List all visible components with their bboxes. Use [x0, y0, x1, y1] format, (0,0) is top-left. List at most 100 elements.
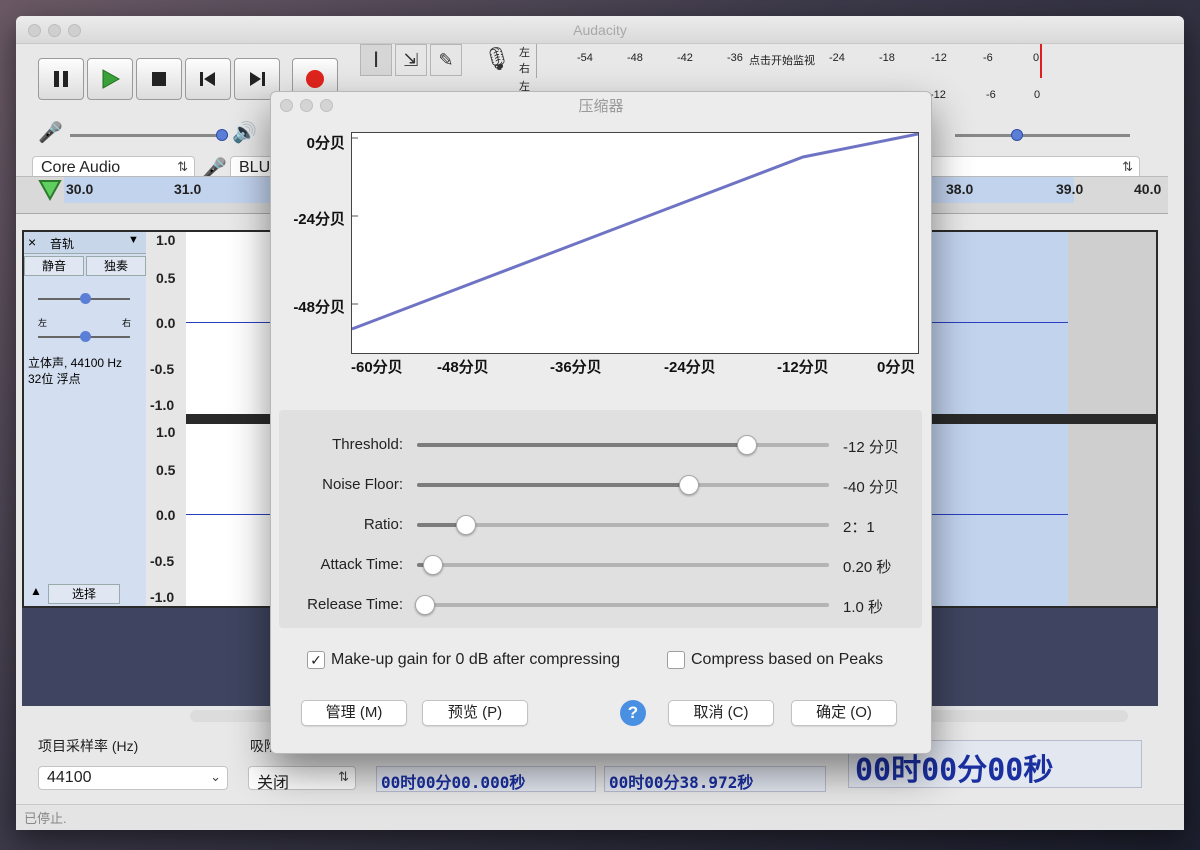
draw-tool-button[interactable]: ✎	[430, 44, 462, 76]
playback-speed-slider[interactable]	[955, 129, 1130, 141]
playback-meter[interactable]: -12 -6 0	[930, 84, 1046, 108]
meter-tick: -18	[879, 52, 895, 64]
noise-floor-slider[interactable]	[417, 475, 829, 495]
waveform-right-channel-selected[interactable]	[932, 424, 1068, 606]
play-head-icon[interactable]	[36, 177, 64, 205]
slider-fill	[417, 483, 689, 487]
scale-label: -0.5	[150, 361, 175, 377]
scale-label: -1.0	[150, 589, 175, 605]
skip-start-icon	[200, 72, 215, 86]
waveform-line	[186, 322, 270, 323]
attack-time-slider[interactable]	[417, 555, 829, 575]
skip-to-start-button[interactable]	[185, 58, 231, 100]
preview-button[interactable]: 预览 (P)	[422, 700, 528, 726]
ruler-label: 40.0	[1134, 181, 1162, 197]
threshold-slider-thumb[interactable]	[736, 435, 757, 455]
threshold-value: -12 分贝	[843, 439, 899, 456]
envelope-tool-button[interactable]: ⇲	[395, 44, 427, 76]
graph-x-label: 0分贝	[877, 359, 916, 376]
compress-peaks-checkbox[interactable]	[667, 651, 685, 669]
selection-start-time[interactable]: 00时00分00.000秒	[376, 766, 596, 792]
graph-y-label: -48分贝	[293, 299, 345, 316]
ruler-label: 39.0	[1056, 181, 1084, 197]
project-rate-select[interactable]: 44100 ⌄	[38, 766, 228, 790]
recording-volume-slider[interactable]	[70, 129, 228, 141]
stop-button[interactable]	[136, 58, 182, 100]
attack-time-value: 0.20 秒	[843, 559, 892, 576]
pause-icon	[54, 71, 68, 87]
selection-tool-button[interactable]: I	[360, 44, 392, 76]
threshold-slider[interactable]	[417, 435, 829, 455]
window-title: Audacity	[573, 22, 627, 38]
meter-tick: -12	[931, 52, 947, 64]
audio-host-value: Core Audio	[41, 159, 121, 176]
waveform-left-channel-selected[interactable]	[932, 232, 1068, 414]
makeup-gain-checkbox[interactable]: ✓	[307, 651, 325, 669]
select-track-button[interactable]: 选择	[48, 584, 120, 604]
speaker-volume-icon: 🔊	[232, 122, 257, 144]
scale-label: 0.0	[156, 315, 176, 331]
pan-slider[interactable]	[38, 331, 130, 342]
gain-slider[interactable]	[38, 293, 130, 304]
noise-floor-label: Noise Floor:	[322, 476, 403, 493]
slider-thumb[interactable]	[80, 293, 91, 304]
slider-thumb[interactable]	[216, 129, 228, 141]
i-beam-icon: I	[372, 47, 380, 72]
meter-tick: 0	[1033, 52, 1040, 64]
help-icon[interactable]: ?	[620, 700, 646, 726]
collapse-track-icon[interactable]: ▲	[26, 584, 46, 604]
play-button[interactable]	[87, 58, 133, 100]
track-header: × 音轨 ▼	[24, 232, 146, 254]
graph-x-label: -12分贝	[777, 359, 829, 376]
slider-thumb[interactable]	[80, 331, 91, 342]
threshold-label: Threshold:	[332, 436, 403, 453]
play-icon	[102, 69, 120, 89]
meter-tick: -6	[983, 52, 993, 64]
compression-curve-graph	[351, 132, 919, 354]
ok-button[interactable]: 确定 (O)	[791, 700, 897, 726]
meter-tick: -42	[677, 52, 693, 64]
updown-arrow-icon: ⇅	[177, 159, 188, 174]
title-bar: Audacity	[16, 16, 1184, 44]
noise-floor-value: -40 分贝	[843, 479, 899, 496]
cancel-button[interactable]: 取消 (C)	[668, 700, 774, 726]
pause-button[interactable]	[38, 58, 84, 100]
ratio-slider[interactable]	[417, 515, 829, 535]
release-time-slider[interactable]	[415, 595, 829, 615]
snap-to-select[interactable]: 关闭 ⇅	[248, 766, 356, 792]
slider-thumb[interactable]	[1011, 129, 1023, 141]
scale-label: -1.0	[150, 397, 175, 413]
noise-floor-slider-thumb[interactable]	[678, 475, 699, 495]
selection-start-value: 00时00分00.000秒	[381, 773, 526, 792]
selection-end-time[interactable]: 00时00分38.972秒	[604, 766, 826, 792]
solo-button[interactable]: 独奏	[86, 256, 146, 276]
snap-to-value: 关闭	[257, 775, 290, 792]
slider-fill	[417, 443, 747, 447]
chevron-down-icon[interactable]: ▼	[128, 234, 139, 246]
scale-label: 0.5	[156, 270, 176, 286]
scale-label: 0.0	[156, 507, 176, 523]
scale-label: 1.0	[156, 424, 176, 440]
track-info-format: 32位 浮点	[28, 372, 81, 386]
updown-arrow-icon: ⇅	[338, 769, 349, 784]
record-meter-mic-icon[interactable]: 🎙	[483, 46, 511, 76]
graph-x-label: -60分贝	[351, 359, 403, 376]
waveform-right-channel[interactable]	[186, 424, 270, 606]
pencil-icon: ✎	[438, 49, 454, 70]
record-meter[interactable]: -54 -48 -42 -36 点击开始监视 -24 -18 -12 -6 0	[536, 44, 1046, 78]
close-track-icon[interactable]: ×	[28, 234, 36, 250]
waveform-left-channel[interactable]	[186, 232, 270, 414]
graph-y-label: 0分贝	[306, 135, 345, 152]
stop-icon	[152, 72, 166, 86]
track-name[interactable]: 音轨	[50, 235, 74, 252]
graph-x-label: -36分贝	[550, 359, 602, 376]
recording-device-value: BLU	[239, 159, 271, 176]
mute-button[interactable]: 静音	[24, 256, 84, 276]
compressor-dialog: 压缩器 0分贝 -24分贝 -48分贝 -60分贝 -48分贝 -36分贝 -2…	[270, 91, 932, 754]
ruler-label: 30.0	[66, 181, 94, 197]
pan-right-label: 右	[122, 318, 132, 328]
graph-x-label: -24分贝	[664, 359, 716, 376]
project-rate-label: 项目采样率 (Hz)	[38, 738, 139, 754]
manage-button[interactable]: 管理 (M)	[301, 700, 407, 726]
project-rate-value: 44100	[47, 769, 92, 786]
